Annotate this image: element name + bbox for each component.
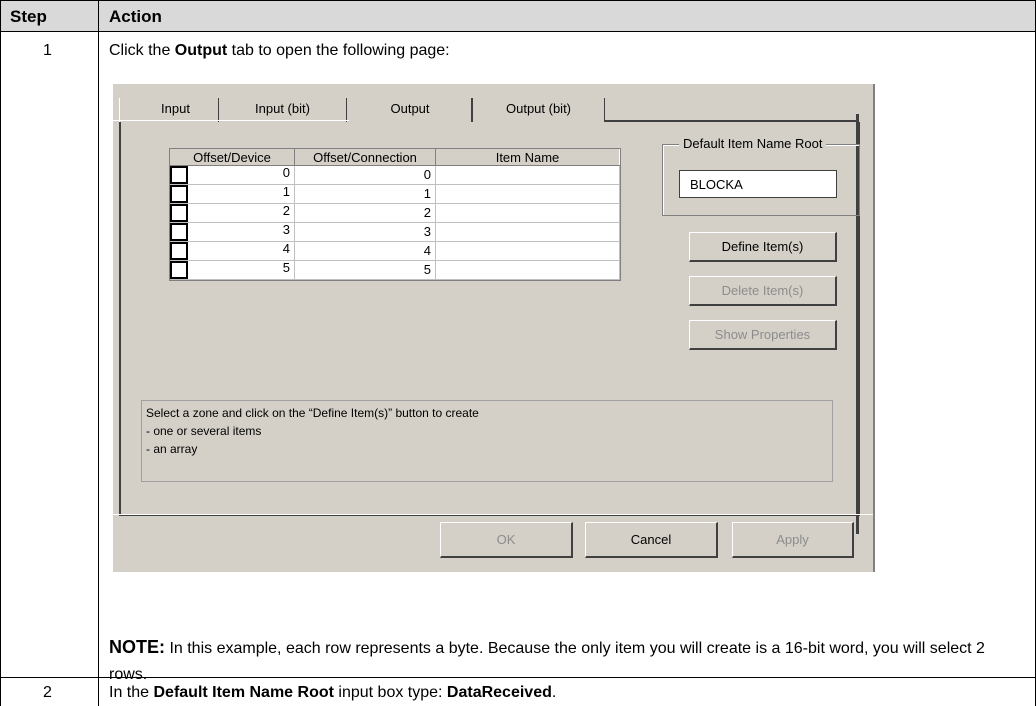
- table-row[interactable]: 2 2: [170, 203, 620, 223]
- apply-button[interactable]: Apply: [732, 522, 854, 558]
- tab-output-bit[interactable]: Output (bit): [471, 98, 605, 122]
- tab-input-bit[interactable]: Input (bit): [219, 98, 347, 122]
- default-root-title: Default Item Name Root: [679, 136, 827, 151]
- note-text: In this example, each row represents a b…: [109, 640, 985, 683]
- item-grid[interactable]: Offset/Device Offset/Connection Item Nam…: [169, 148, 621, 281]
- hint-box: Select a zone and click on the “Define I…: [141, 400, 833, 482]
- table-row[interactable]: 3 3: [170, 222, 620, 242]
- ok-button[interactable]: OK: [440, 522, 573, 558]
- table-row[interactable]: 0 0: [170, 165, 620, 185]
- col-offset-connection[interactable]: Offset/Connection: [294, 149, 436, 166]
- tab-input[interactable]: Input: [133, 98, 219, 122]
- table-header: Step Action: [0, 0, 1036, 32]
- hint-line: - one or several items: [146, 424, 262, 438]
- row-select-checkbox[interactable]: [170, 242, 188, 260]
- col-item-name[interactable]: Item Name: [435, 149, 619, 166]
- show-properties-button[interactable]: Show Properties: [689, 320, 837, 350]
- default-root-input[interactable]: BLOCKA: [679, 170, 837, 198]
- row-select-checkbox[interactable]: [170, 223, 188, 241]
- step-number-2: 2: [43, 684, 52, 701]
- row-select-checkbox[interactable]: [170, 166, 188, 184]
- delete-items-button[interactable]: Delete Item(s): [689, 276, 837, 306]
- header-action: Action: [109, 7, 162, 26]
- column-divider: [98, 0, 99, 706]
- hint-line: Select a zone and click on the “Define I…: [146, 406, 479, 420]
- table-row[interactable]: 4 4: [170, 241, 620, 261]
- row-select-checkbox[interactable]: [170, 261, 188, 279]
- tab-output[interactable]: Output: [349, 98, 471, 122]
- col-offset-device[interactable]: Offset/Device: [170, 149, 295, 166]
- table-border-left: [0, 0, 1, 706]
- hint-line: - an array: [146, 442, 198, 456]
- tab-strip: Input Input (bit) Output Output (bit): [113, 98, 858, 122]
- row-select-checkbox[interactable]: [170, 185, 188, 203]
- output-dialog: Input Input (bit) Output Output (bit) Of…: [113, 84, 875, 572]
- row-select-checkbox[interactable]: [170, 204, 188, 222]
- dialog-edge: [873, 84, 875, 572]
- step2-instruction: In the Default Item Name Root input box …: [109, 684, 557, 701]
- table-row[interactable]: 1 1: [170, 184, 620, 204]
- step1-instruction: Click the Output tab to open the followi…: [109, 42, 450, 59]
- step-number-1: 1: [43, 42, 52, 59]
- procedure-table: Step Action 1 Click the Output tab to op…: [0, 0, 1036, 706]
- note-paragraph: NOTE: In this example, each row represen…: [109, 634, 1024, 688]
- cancel-button[interactable]: Cancel: [585, 522, 718, 558]
- note-label: NOTE:: [109, 637, 165, 657]
- header-step: Step: [10, 7, 47, 26]
- table-row[interactable]: 5 5: [170, 260, 620, 280]
- define-items-button[interactable]: Define Item(s): [689, 232, 837, 262]
